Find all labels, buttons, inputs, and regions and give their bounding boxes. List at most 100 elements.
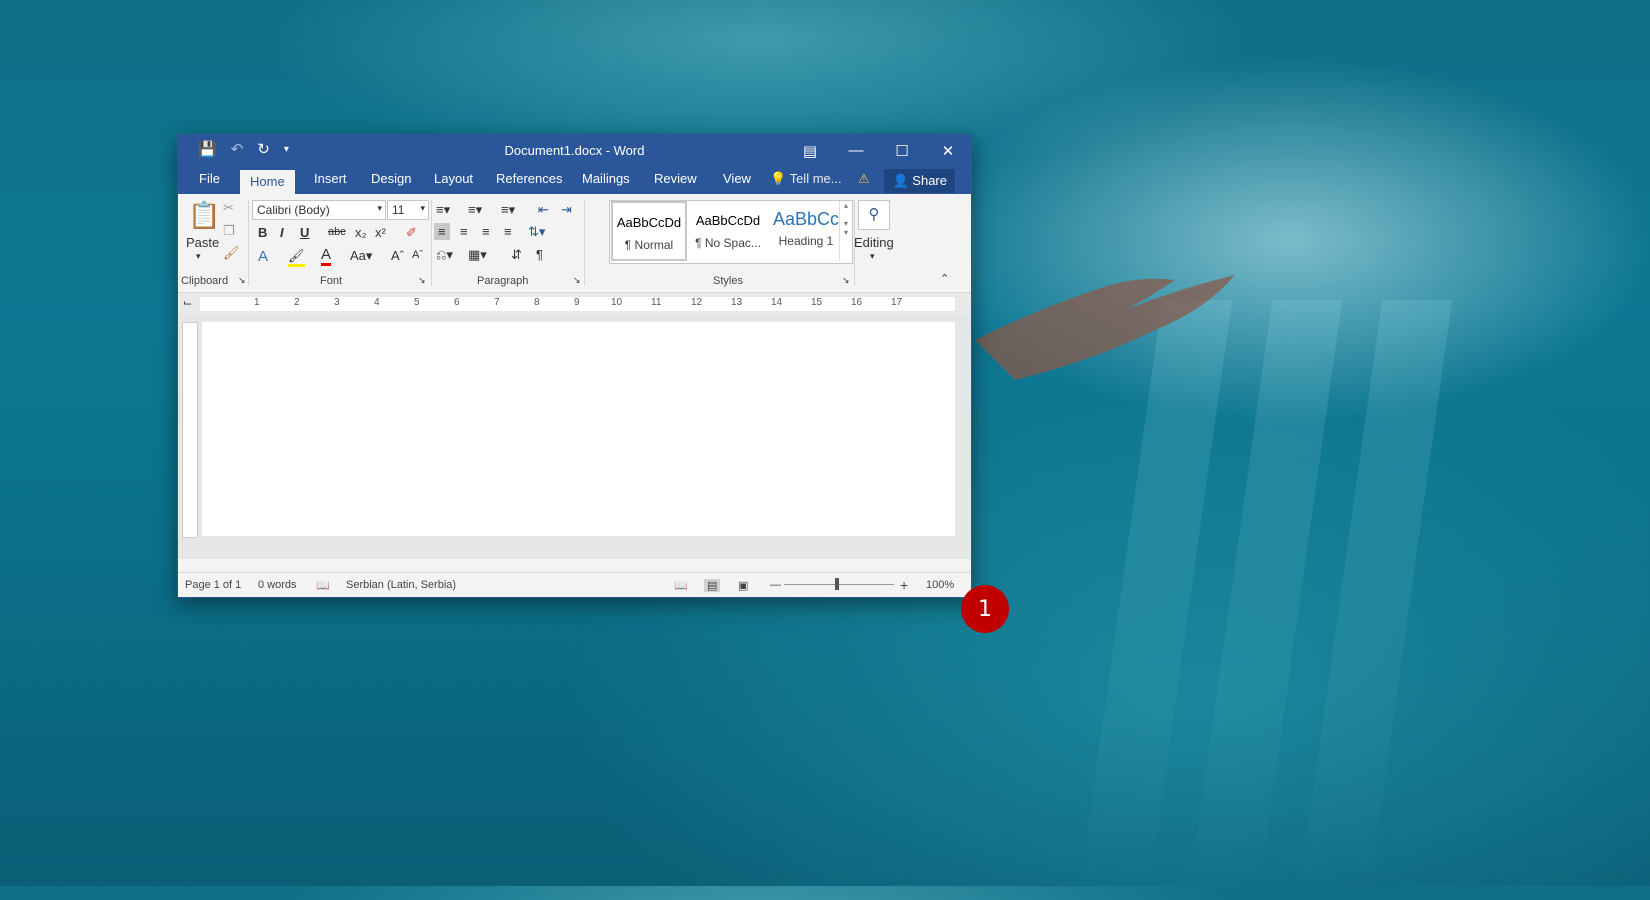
tab-insert[interactable]: Insert [314,171,347,186]
shading-icon[interactable]: ⎌▾ [436,247,453,263]
style-normal[interactable]: AaBbCcDd ¶ Normal [611,201,687,261]
read-mode-icon[interactable]: 📖 [674,579,688,592]
editing-dropdown-icon[interactable]: ▾ [870,251,875,262]
align-center-icon[interactable]: ≡ [460,224,468,239]
paste-icon[interactable]: 📋 [188,200,220,231]
document-page[interactable] [202,322,955,536]
style-no-spacing[interactable]: AaBbCcDd ¶ No Spac... [690,201,766,261]
person-icon: 👤 [892,173,909,188]
grow-font-icon[interactable]: Aˆ [391,248,404,263]
format-painter-icon[interactable]: 🖌 [223,245,240,261]
styles-scroll[interactable]: ▴ ▾ ▾ [839,201,852,261]
collapse-ribbon-icon[interactable]: ⌃ [940,272,949,285]
font-launcher-icon[interactable]: ↘ [418,275,426,286]
print-layout-icon[interactable]: ▤ [704,579,721,592]
separator [584,200,585,286]
ruler-tick: 17 [891,297,903,308]
horizontal-ruler[interactable]: 1 2 3 4 5 6 7 8 9 10 11 12 13 14 15 16 1… [200,297,955,311]
tab-layout[interactable]: Layout [434,171,473,186]
tab-design[interactable]: Design [371,171,411,186]
zoom-slider[interactable] [784,584,894,585]
lightbulb-icon: 💡 [770,171,787,186]
chevron-down-icon: ▾ [420,203,425,213]
ruler-tick: 10 [611,297,623,308]
font-color-icon[interactable]: A [321,246,332,266]
close-icon[interactable]: ✕ [925,135,971,166]
ruler-tick: 13 [731,297,743,308]
line-spacing-icon[interactable]: ⇅▾ [528,224,545,240]
ribbon-display-icon[interactable]: ▤ [787,135,833,166]
editing-label[interactable]: Editing [854,235,894,250]
highlight-icon[interactable]: 🖌 [288,248,305,267]
search-icon[interactable]: ⚲ [858,200,890,230]
zoom-slider-thumb[interactable] [835,578,839,590]
ruler-tick: 14 [771,297,783,308]
multilevel-list-icon[interactable]: ≡▾ [501,202,515,218]
style-heading-1[interactable]: AaBbCc Heading 1 [768,201,844,261]
tab-home[interactable]: Home [240,170,295,195]
zoom-in-icon[interactable]: + [900,577,908,593]
font-name-box[interactable]: Calibri (Body) ▾ [252,200,386,220]
font-size-box[interactable]: 11 ▾ [387,200,429,220]
proofing-icon[interactable]: 📖 [316,579,330,592]
underline-icon[interactable]: U [300,225,309,240]
language-status[interactable]: Serbian (Latin, Serbia) [346,579,456,591]
paragraph-launcher-icon[interactable]: ↘ [573,275,581,286]
pilcrow-icon[interactable]: ¶ [536,247,543,262]
style-sample: AaBbCcDd [695,213,761,228]
style-name: Heading 1 [778,234,834,248]
window-controls: ▤ — ☐ ✕ [787,135,971,166]
clear-formatting-icon[interactable]: ✐ [406,225,417,241]
page-count[interactable]: Page 1 of 1 [185,579,241,591]
align-right-icon[interactable]: ≡ [482,224,490,239]
ruler-tick: 4 [374,297,380,308]
minimize-icon[interactable]: — [833,135,879,166]
warning-icon[interactable]: ⚠ [858,171,870,187]
styles-launcher-icon[interactable]: ↘ [842,275,850,286]
web-layout-icon[interactable]: ▣ [738,579,748,592]
increase-indent-icon[interactable]: ⇥ [561,202,572,218]
copy-icon[interactable]: ❐ [223,223,235,239]
tab-mailings[interactable]: Mailings [582,171,630,186]
zoom-level[interactable]: 100% [926,579,954,591]
tab-view[interactable]: View [723,171,751,186]
ruler-tick: 3 [334,297,340,308]
tab-file[interactable]: File [199,171,220,186]
italic-icon[interactable]: I [280,225,284,240]
style-sample: AaBbCc [772,209,840,229]
subscript-icon[interactable]: x₂ [355,225,367,240]
change-case-icon[interactable]: Aa▾ [350,248,372,264]
strikethrough-icon[interactable]: abc [328,226,346,238]
maximize-icon[interactable]: ☐ [879,135,925,166]
tab-review[interactable]: Review [654,171,697,186]
align-left-icon[interactable]: ≡ [434,223,450,240]
paste-label[interactable]: Paste [186,235,219,250]
separator [248,200,249,286]
tell-me-box[interactable]: 💡 Tell me... [770,171,842,187]
tab-selector-icon[interactable]: ⌙ [183,296,192,309]
ruler-tick: 9 [574,297,580,308]
superscript-icon[interactable]: x² [375,225,386,240]
share-button[interactable]: 👤 Share [884,169,955,193]
zoom-out-icon[interactable]: — [770,579,781,591]
sort-icon[interactable]: ⇵ [511,247,522,263]
ruler-tick: 11 [651,297,662,308]
word-count[interactable]: 0 words [258,579,297,591]
text-effects-icon[interactable]: A [258,248,268,265]
shrink-font-icon[interactable]: Aˇ [412,249,423,261]
clipboard-launcher-icon[interactable]: ↘ [238,275,246,286]
numbering-icon[interactable]: ≡▾ [468,202,482,218]
vertical-ruler[interactable] [182,322,198,538]
cut-icon[interactable]: ✂ [223,200,234,216]
borders-icon[interactable]: ▦▾ [468,247,487,263]
justify-icon[interactable]: ≡ [504,224,512,239]
style-sample: AaBbCcDd [616,215,682,230]
style-name: ¶ No Spac... [695,236,761,250]
tab-references[interactable]: References [496,171,562,186]
swimmer-fins [975,275,1235,380]
paste-dropdown-icon[interactable]: ▾ [196,251,201,262]
bullets-icon[interactable]: ≡▾ [436,202,450,218]
styles-group-label: Styles [713,275,743,287]
bold-icon[interactable]: B [258,225,267,240]
decrease-indent-icon[interactable]: ⇤ [538,202,549,218]
